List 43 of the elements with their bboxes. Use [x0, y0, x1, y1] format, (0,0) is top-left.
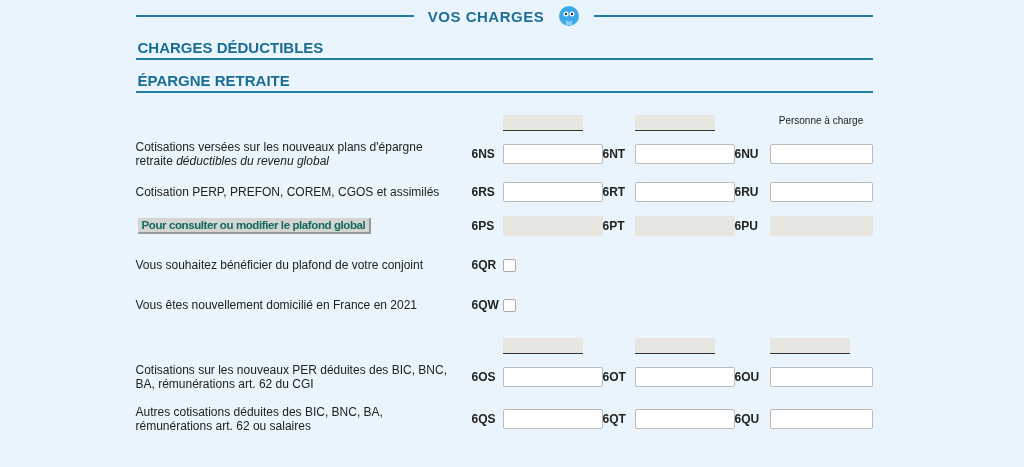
input-field[interactable] — [769, 367, 873, 387]
box-code: 6PT — [602, 219, 626, 233]
box-code: 6NS — [471, 147, 496, 161]
box-code: 6RU — [734, 185, 760, 199]
input-field[interactable] — [502, 144, 603, 164]
input-field[interactable] — [634, 182, 735, 202]
box-code: 6QW — [471, 298, 500, 312]
checkbox[interactable] — [502, 258, 516, 272]
box-code: 6QR — [471, 258, 498, 272]
input-field[interactable] — [634, 144, 735, 164]
section-heading: CHARGES DÉDUCTIBLES — [135, 27, 873, 60]
input-field[interactable] — [769, 182, 873, 202]
box-code: 6NU — [734, 147, 760, 161]
field-label: Vous êtes nouvellement domicilié en France en 2021 — [135, 298, 418, 312]
page-title: VOS CHARGES — [427, 7, 545, 25]
section-heading: ÉPARGNE RETRAITE — [135, 60, 873, 93]
box-code: 6PS — [471, 219, 496, 233]
box-code: 6RS — [471, 185, 496, 199]
mascot-icon — [558, 5, 581, 27]
input-field[interactable] — [502, 409, 603, 429]
input-field[interactable] — [634, 367, 735, 387]
input-field[interactable] — [502, 182, 603, 202]
input-field[interactable] — [502, 367, 603, 387]
field-label: Cotisations sur les nouveaux PER déduites des BIC, BNC, BA, rémunérations art. 62 du CGI — [135, 363, 448, 391]
box-code: 6OU — [734, 370, 761, 384]
box-code: 6NT — [602, 147, 627, 161]
box-code: 6RT — [602, 185, 627, 199]
field-label: Cotisations versées sur les nouveaux plans d'épargne retraite déductibles du revenu global — [135, 140, 424, 168]
checkbox[interactable] — [502, 298, 516, 312]
box-code: 6OS — [471, 370, 497, 384]
column-header: Personne à charge — [777, 115, 865, 126]
box-code: 6QT — [602, 412, 627, 426]
field-label: Vous souhaitez bénéficier du plafond de votre conjoint — [135, 258, 425, 272]
field-label: Cotisation PERP, PREFON, COREM, CGOS et assimilés — [135, 185, 441, 199]
input-field[interactable] — [634, 409, 735, 429]
box-code: 6QU — [734, 412, 761, 426]
input-field[interactable] — [769, 409, 873, 429]
input-field[interactable] — [769, 144, 873, 164]
box-code: 6PU — [734, 219, 759, 233]
plafond-button[interactable]: Pour consulter ou modifier le plafond global — [137, 218, 372, 234]
box-code: 6QS — [471, 412, 497, 426]
box-code: 6OT — [602, 370, 627, 384]
field-label: Autres cotisations déduites des BIC, BNC, BA, rémunérations art. 62 ou salaires — [135, 405, 384, 433]
